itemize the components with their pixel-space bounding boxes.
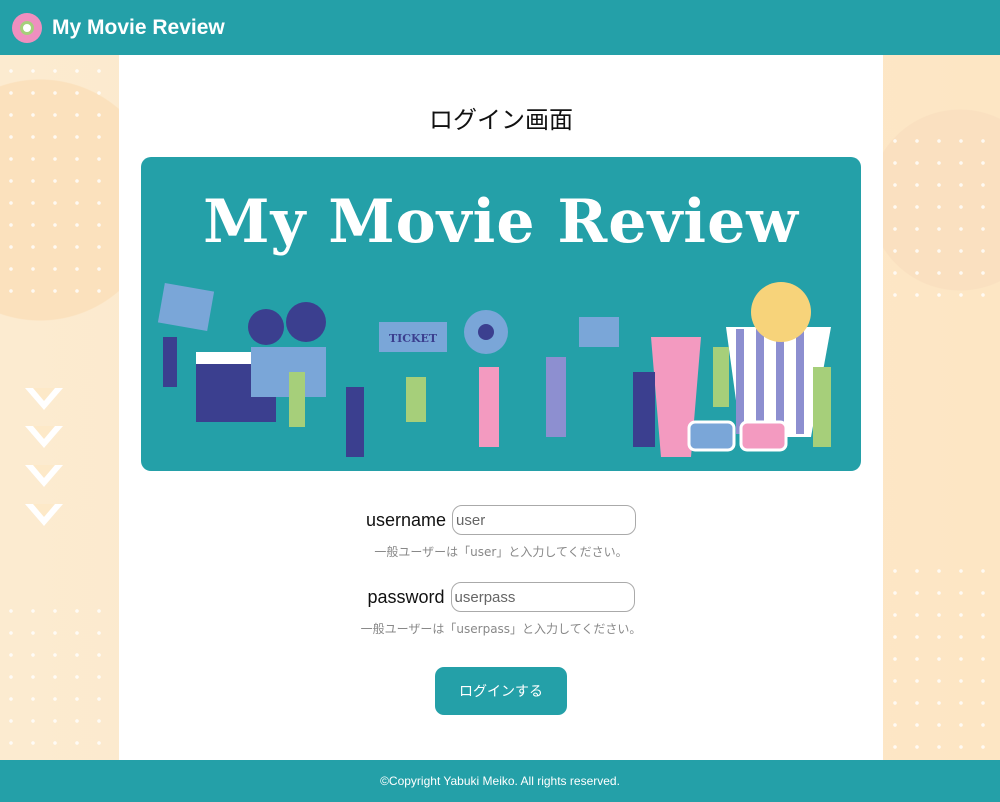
chevron-down-icon [25,426,63,448]
login-form: username 一般ユーザーは「user」と入力してください。 passwor… [119,505,883,637]
decor-dots [0,600,118,760]
site-footer: ©Copyright Yabuki Meiko. All rights rese… [0,760,1000,802]
password-input[interactable] [450,582,635,612]
copyright-text: ©Copyright Yabuki Meiko. All rights rese… [380,774,620,788]
decor-dots [0,60,118,310]
username-label: username [365,509,447,530]
username-hint: 一般ユーザーは「user」と入力してください。 [374,545,628,559]
password-label: password [367,586,445,607]
brand-title[interactable]: My Movie Review [52,16,225,40]
decor-dots [884,130,1000,300]
page-title: ログイン画面 [429,106,573,134]
chevron-down-icon [25,388,63,410]
banner-image: My Movie Review TICKET [141,157,861,471]
chevron-down-icon [25,504,63,526]
login-button[interactable]: ログインする [435,667,567,715]
site-header: My Movie Review [0,0,1000,55]
password-hint: 一般ユーザーは「userpass」と入力してください。 [360,622,642,636]
chevron-down-icon [25,465,63,487]
decor-dots [884,560,1000,760]
username-input[interactable] [452,505,637,535]
login-panel: ログイン画面 My Movie Review TICKET username 一… [119,55,883,760]
film-reel-icon [12,12,42,43]
movie-illustration: TICKET [157,282,831,457]
ticket-label: TICKET [389,332,438,345]
